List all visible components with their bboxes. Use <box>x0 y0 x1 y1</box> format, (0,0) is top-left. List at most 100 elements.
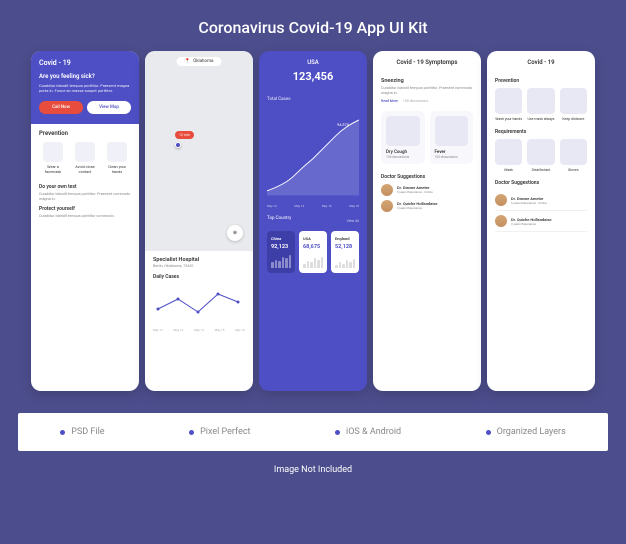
facemask-icon <box>43 142 63 162</box>
wash-hands-icon <box>107 142 127 162</box>
req-disinfectant[interactable]: Disinfectant <box>527 139 554 172</box>
symptom-card-cough[interactable]: Dry Cough 105 discussions <box>381 111 425 164</box>
avatar <box>381 200 393 212</box>
mask-illustration <box>527 88 554 114</box>
marker-dot-icon <box>175 142 181 148</box>
map-info-panel: Specialist Hospital Berlin, Oklahoma, 73… <box>145 251 253 338</box>
feature-psd: PSD File <box>60 427 104 437</box>
prev-wash-hands[interactable]: Wash your hands <box>495 88 522 121</box>
country-selector[interactable]: USA <box>267 59 359 66</box>
total-count: 123,456 <box>267 70 359 83</box>
avatar <box>381 184 393 196</box>
features-bar: PSD File Pixel Perfect iOS & Android Org… <box>18 413 608 451</box>
fever-illustration <box>435 116 469 146</box>
doctor-row[interactable]: Dr. Dianne Ameter5 years Experience · On… <box>381 184 473 196</box>
prevention-item-contact[interactable]: Avoid close contact <box>71 142 99 174</box>
tip-protect-title: Protect yourself <box>39 206 131 212</box>
cta-buttons: Call Now View Map <box>39 101 131 114</box>
requirements-title: Requirements <box>495 129 587 135</box>
feeling-sick-desc: Curabitur blandit tempus porttitor. Prae… <box>39 83 131 93</box>
country-cards: China 92,123 USA 68,675 England 52,128 <box>267 231 359 273</box>
daily-cases-chart <box>153 284 253 324</box>
screen-symptoms: Covid - 19 Symptomps Sneezing Curabitur … <box>373 51 481 391</box>
prevention-item-hands[interactable]: Clean your hands <box>103 142 131 174</box>
prevention-items: Wear a facemask Avoid close contact Clea… <box>39 142 131 174</box>
peak-label: 94,578 <box>337 122 349 127</box>
tip-own-test-text: Curabitur blandit tempus porttitor. Prae… <box>39 192 131 202</box>
requirements-grid: Requirements Mask Disinfectant Gloves <box>487 125 595 176</box>
mask-icon <box>495 139 522 165</box>
country-card-england[interactable]: England 52,128 <box>331 231 359 273</box>
distance-badge: 12 min <box>175 131 194 139</box>
prevention-title: Prevention <box>39 130 131 137</box>
avatar <box>495 194 507 206</box>
feeling-sick-question: Are you feeling sick? <box>39 73 131 80</box>
stats-dates: May 12May 14May 16May 18 <box>259 204 367 208</box>
screen-stats: USA 123,456 Total Cases 94,578 May 12May… <box>259 51 367 391</box>
screens-row: Covid - 19 Are you feeling sick? Curabit… <box>13 51 613 391</box>
distance-illustration <box>560 88 587 114</box>
call-now-button[interactable]: Call Now <box>39 101 83 114</box>
doctor-row[interactable]: Dr. Dianne Ameter5 years Experience · On… <box>495 190 587 211</box>
gloves-icon <box>560 139 587 165</box>
view-map-button[interactable]: View Map <box>87 101 131 114</box>
wash-hands-illustration <box>495 88 522 114</box>
tip-own-test-title: Do your own test <box>39 184 131 190</box>
doctors-title: Doctor Suggestions <box>381 174 473 180</box>
feature-ios-android: iOS & Android <box>335 427 401 437</box>
sneezing-detail: Sneezing Curabitur blandit tempus portti… <box>373 74 481 107</box>
page-title: Coronavirus Covid-19 App UI Kit <box>198 18 427 37</box>
view-all-link[interactable]: View All <box>347 219 359 223</box>
total-label: Total Cases <box>259 91 367 104</box>
avatar <box>495 215 507 227</box>
top-country-title: Top Country <box>267 216 291 221</box>
map-view[interactable]: 📍Oklahoma 12 min ⊕ <box>145 51 253 251</box>
doctor-suggestions: Doctor Suggestions Dr. Dianne Ameter5 ye… <box>373 168 481 222</box>
symptoms-header: Covid - 19 Symptomps <box>373 51 481 74</box>
sneezing-links: Read More 105 discussions <box>381 99 473 103</box>
distance-icon <box>75 142 95 162</box>
prev-keep-distance[interactable]: Keep distance <box>560 88 587 121</box>
feature-pixel-perfect: Pixel Perfect <box>189 427 250 437</box>
chart-dates: May 12May 13May 14May 15May 16 <box>153 328 245 332</box>
daily-cases-title: Daily Cases <box>153 274 245 280</box>
tip-protect-text: Curabitur blandit tempus porttitor commo… <box>39 214 131 219</box>
sneezing-desc: Curabitur blandit tempus porttitor. Prae… <box>381 86 473 96</box>
prevention-section: Prevention Wear a facemask Avoid close c… <box>31 124 139 180</box>
locate-me-button[interactable]: ⊕ <box>227 225 243 241</box>
app-name: Covid - 19 <box>39 59 131 67</box>
country-card-usa[interactable]: USA 68,675 <box>299 231 327 273</box>
crosshair-icon: ⊕ <box>233 230 237 236</box>
req-gloves[interactable]: Gloves <box>560 139 587 172</box>
symptom-card-fever[interactable]: Fever 105 discussions <box>430 111 474 164</box>
image-disclaimer: Image Not Included <box>274 465 352 475</box>
screen-map: 📍Oklahoma 12 min ⊕ Specialist Hospital B… <box>145 51 253 391</box>
req-mask[interactable]: Mask <box>495 139 522 172</box>
country-card-china[interactable]: China 92,123 <box>267 231 295 273</box>
top-country-section: Top Country View All China 92,123 USA 68… <box>259 208 367 281</box>
tips-section: Do your own test Curabitur blandit tempu… <box>31 180 139 227</box>
screen-home: Covid - 19 Are you feeling sick? Curabit… <box>31 51 139 391</box>
pin-icon: 📍 <box>185 59 191 64</box>
prevention-grid: Prevention Wash your hands Use mask alwa… <box>487 74 595 125</box>
disinfectant-icon <box>527 139 554 165</box>
location-chip[interactable]: 📍Oklahoma <box>177 57 222 66</box>
discussion-count: 105 discussions <box>403 99 428 103</box>
hospital-address: Berlin, Oklahoma, 73401 <box>153 263 245 268</box>
total-cases-chart: 94,578 <box>259 104 367 204</box>
read-more-link[interactable]: Read More <box>381 99 398 103</box>
doctor-row[interactable]: Dr. Quiche Hollandaise3 years Experience <box>495 211 587 232</box>
prev-use-mask[interactable]: Use mask always <box>527 88 554 121</box>
prevention-item-facemask[interactable]: Wear a facemask <box>39 142 67 174</box>
doctor-suggestions: Doctor Suggestions Dr. Dianne Ameter5 ye… <box>487 176 595 236</box>
doctor-row[interactable]: Dr. Quiche Hollandaise3 years Experience <box>381 200 473 212</box>
doctors-title: Doctor Suggestions <box>495 180 587 186</box>
sneezing-title: Sneezing <box>381 78 473 84</box>
symptom-cards: Dry Cough 105 discussions Fever 105 disc… <box>373 107 481 168</box>
stats-header: USA 123,456 <box>259 51 367 91</box>
screen-prevention: Covid - 19 Prevention Wash your hands Us… <box>487 51 595 391</box>
prevention-title: Prevention <box>495 78 587 84</box>
feature-organized: Organized Layers <box>486 427 566 437</box>
prevention-header: Covid - 19 <box>487 51 595 74</box>
map-marker[interactable]: 12 min <box>175 131 194 148</box>
